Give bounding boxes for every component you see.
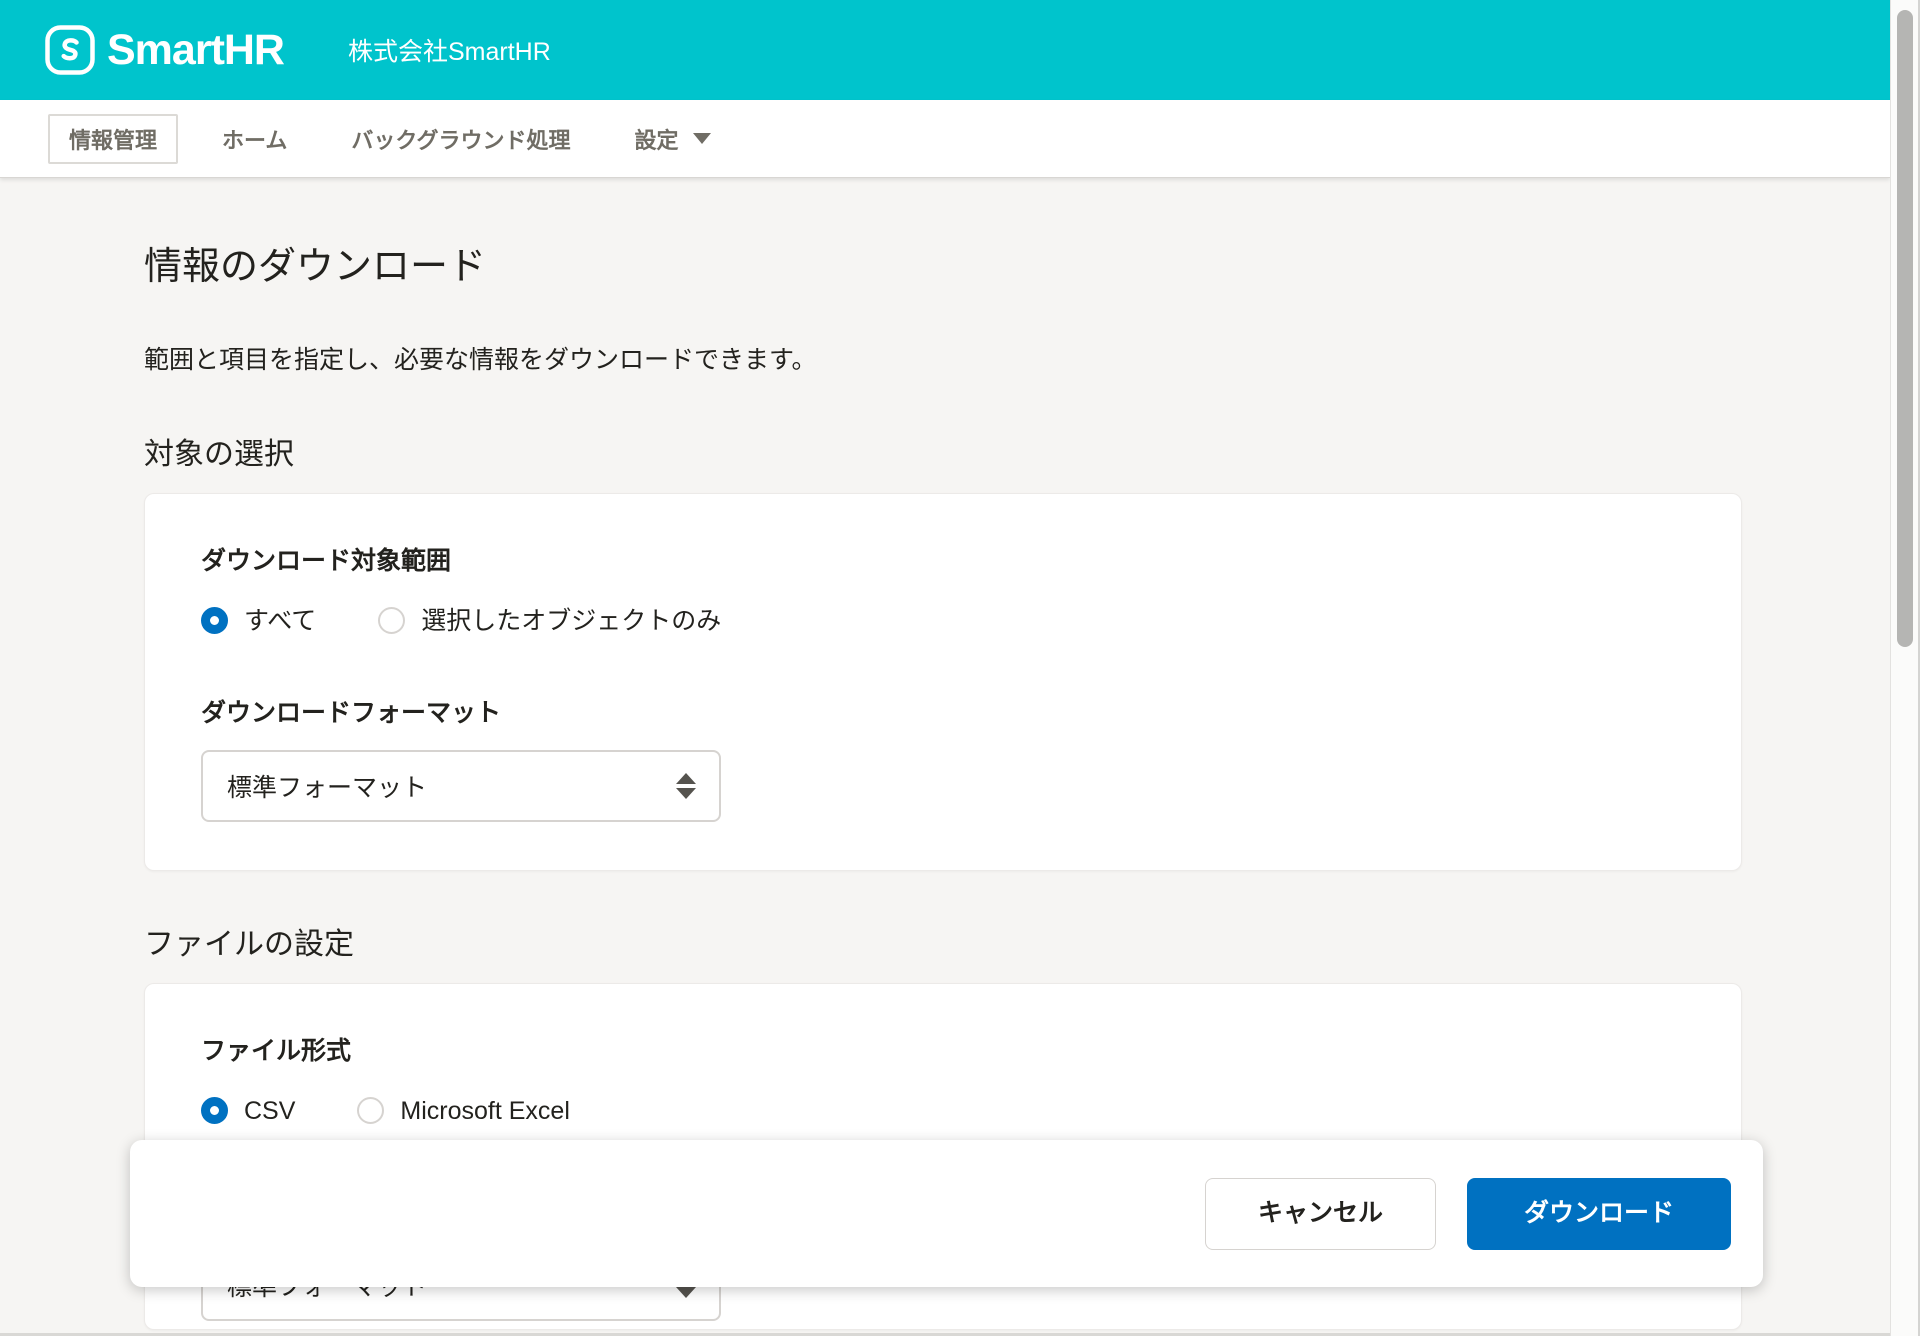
file-format-label: ファイル形式 [201, 1036, 1685, 1066]
radio-option-selected-objects-label: 選択したオブジェクトのみ [421, 606, 721, 636]
radio-option-excel[interactable]: Microsoft Excel [357, 1096, 569, 1126]
radio-unchecked-icon[interactable] [357, 1097, 384, 1124]
nav-item-settings[interactable]: 設定 [634, 123, 710, 155]
target-selection-card: ダウンロード対象範囲 すべて 選択したオブジェクトのみ ダウンロードフォーマット… [144, 493, 1742, 871]
smarthr-logo[interactable]: SmartHR [45, 25, 284, 75]
chevron-down-icon [693, 133, 711, 144]
download-range-radio-group: すべて 選択したオブジェクトのみ [201, 606, 1685, 636]
nav-item-settings-label: 設定 [634, 123, 678, 155]
app-window: SmartHR 株式会社SmartHR 情報管理 ホーム バックグラウンド処理 … [0, 0, 1920, 1336]
cancel-button[interactable]: キャンセル [1205, 1178, 1436, 1250]
section-heading-file: ファイルの設定 [144, 927, 1890, 963]
page-description: 範囲と項目を指定し、必要な情報をダウンロードできます。 [144, 345, 1890, 375]
floating-action-bar: キャンセル ダウンロード [130, 1140, 1763, 1287]
radio-checked-icon[interactable] [201, 607, 228, 634]
section-heading-target: 対象の選択 [144, 437, 1890, 473]
select-sorter-icon [675, 771, 697, 801]
download-format-label: ダウンロードフォーマット [201, 698, 1685, 728]
scrollbar-track[interactable] [1890, 0, 1920, 1336]
nav-item-home[interactable]: ホーム [222, 123, 287, 155]
scrollbar-thumb[interactable] [1897, 10, 1913, 647]
radio-checked-icon[interactable] [201, 1097, 228, 1124]
file-format-radio-group: CSV Microsoft Excel [201, 1096, 1685, 1126]
download-range-label: ダウンロード対象範囲 [201, 546, 1685, 576]
smarthr-s-icon [45, 25, 95, 75]
brand-name: SmartHR [107, 26, 284, 75]
radio-option-csv-label: CSV [244, 1096, 295, 1126]
nav-item-information-management[interactable]: 情報管理 [48, 114, 178, 164]
radio-option-selected-objects[interactable]: 選択したオブジェクトのみ [378, 606, 721, 636]
download-button[interactable]: ダウンロード [1467, 1178, 1731, 1250]
nav-item-background-processing[interactable]: バックグラウンド処理 [351, 123, 570, 155]
radio-option-excel-label: Microsoft Excel [400, 1096, 569, 1126]
download-format-select[interactable]: 標準フォーマット [201, 750, 721, 822]
tenant-name: 株式会社SmartHR [348, 32, 551, 68]
radio-option-csv[interactable]: CSV [201, 1096, 295, 1126]
download-format-select-value: 標準フォーマット [227, 768, 427, 804]
radio-unchecked-icon[interactable] [378, 607, 405, 634]
page-title: 情報のダウンロード [144, 245, 1890, 291]
app-header: SmartHR 株式会社SmartHR [0, 0, 1890, 100]
radio-option-all-label: すべて [244, 606, 316, 636]
app-navigation: 情報管理 ホーム バックグラウンド処理 設定 [0, 100, 1890, 178]
radio-option-all[interactable]: すべて [201, 606, 316, 636]
